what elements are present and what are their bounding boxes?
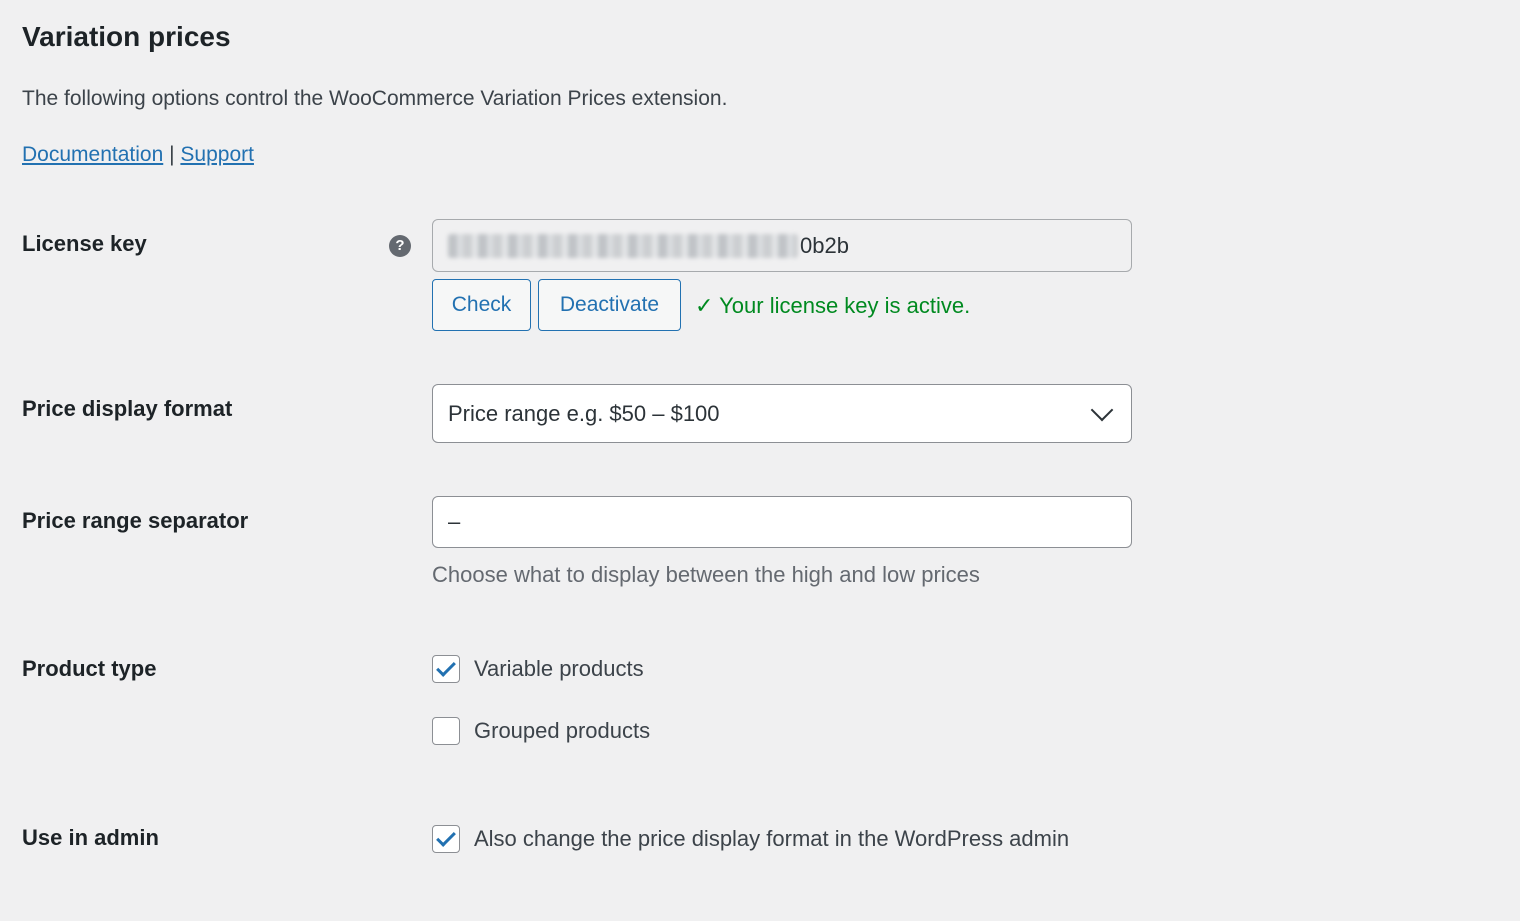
- separator-description: Choose what to display between the high …: [432, 562, 980, 587]
- license-key-label: License key: [22, 231, 147, 256]
- link-divider: |: [169, 143, 175, 166]
- intro-text: The following options control the WooCom…: [22, 87, 728, 110]
- price-range-separator-label: Price range separator: [22, 508, 249, 533]
- use-in-admin-option-label: Also change the price display format in …: [474, 826, 1070, 851]
- price-display-format-label: Price display format: [22, 396, 233, 421]
- masked-license-key: [448, 233, 798, 258]
- use-in-admin-label: Use in admin: [22, 825, 159, 850]
- product-type-label: Product type: [22, 656, 157, 681]
- license-key-suffix: 0b2b: [800, 232, 849, 258]
- help-links: Documentation | Support: [22, 140, 254, 170]
- variable-products-label: Variable products: [474, 656, 644, 681]
- support-link[interactable]: Support: [180, 143, 254, 166]
- check-button[interactable]: Check: [432, 279, 531, 331]
- use-in-admin-option[interactable]: Also change the price display format in …: [432, 825, 1069, 853]
- variable-products-checkbox[interactable]: [432, 655, 460, 683]
- price-display-format-select[interactable]: Price range e.g. $50 – $100: [432, 384, 1132, 443]
- page-title: Variation prices: [22, 21, 231, 52]
- price-display-format-value: Price range e.g. $50 – $100: [448, 400, 720, 426]
- use-in-admin-checkbox[interactable]: [432, 825, 460, 853]
- help-icon[interactable]: ?: [389, 235, 411, 257]
- price-range-separator-input[interactable]: –: [432, 496, 1132, 548]
- separator-value: –: [448, 509, 461, 534]
- documentation-link[interactable]: Documentation: [22, 143, 163, 166]
- grouped-products-option[interactable]: Grouped products: [432, 717, 650, 745]
- deactivate-button[interactable]: Deactivate: [538, 279, 681, 331]
- grouped-products-label: Grouped products: [474, 718, 651, 743]
- variable-products-option[interactable]: Variable products: [432, 655, 644, 683]
- grouped-products-checkbox[interactable]: [432, 717, 460, 745]
- chevron-down-icon: [1090, 398, 1114, 421]
- license-key-field[interactable]: 0b2b: [432, 219, 1132, 272]
- license-status: ✓ Your license key is active.: [695, 293, 971, 318]
